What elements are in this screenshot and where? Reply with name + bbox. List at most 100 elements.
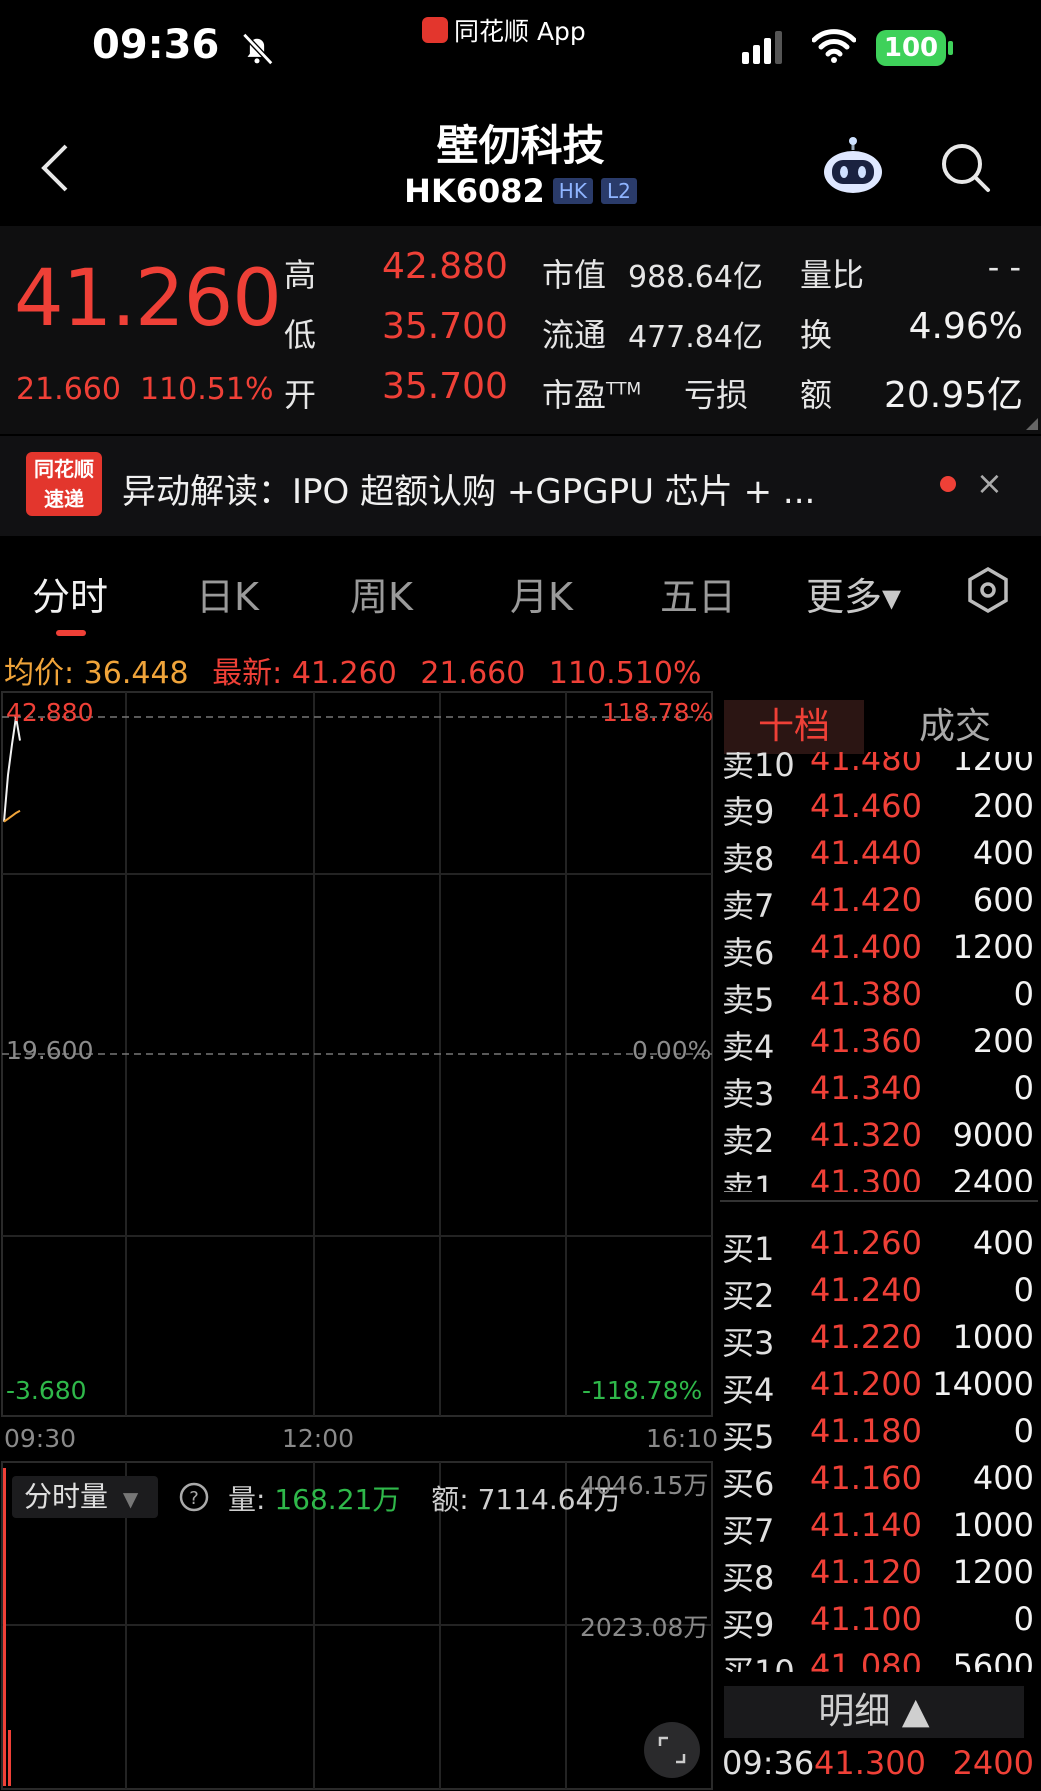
app-indicator: 同花顺 App: [422, 12, 586, 48]
help-icon[interactable]: ?: [178, 1481, 210, 1513]
avg-label: 均价:: [4, 656, 75, 691]
bid-row[interactable]: 买4 41.200 14000: [722, 1365, 1034, 1412]
tab-weekly-k[interactable]: 周K: [350, 566, 413, 621]
amount-value: 20.95亿: [883, 375, 1023, 416]
y-axis-mid-label: 19.600: [6, 1036, 94, 1065]
volume-indicator-selector[interactable]: 分时量 ▼: [12, 1476, 158, 1518]
avg-series-line: [3, 809, 21, 823]
open-value: 35.700: [382, 366, 508, 407]
pe-ttm-sup: TTM: [606, 379, 642, 400]
news-close-button[interactable]: ×: [976, 464, 1003, 502]
bid-row[interactable]: 买9 41.100 0: [722, 1600, 1034, 1647]
wifi-icon: [812, 29, 856, 63]
market-tag: HK: [552, 178, 593, 204]
ai-robot-icon[interactable]: [820, 136, 886, 196]
app-name: 同花顺 App: [454, 17, 586, 46]
avg-value: 36.448: [83, 656, 189, 691]
ask-row[interactable]: 卖9 41.460 200: [722, 787, 1034, 834]
tab-daily-k[interactable]: 日K: [196, 566, 259, 621]
tab-trades[interactable]: 成交: [880, 700, 1030, 754]
y-axis-top-label: 42.880: [6, 698, 94, 727]
bid-row[interactable]: 买10 41.080 5600: [722, 1647, 1034, 1672]
price-change: 21.660: [16, 372, 121, 407]
app-logo-icon: [422, 17, 448, 43]
chevron-down-icon: ▼: [122, 1487, 139, 1511]
ask-row[interactable]: 卖7 41.420 600: [722, 881, 1034, 928]
pe-value: 亏损: [684, 376, 749, 414]
tab-intraday[interactable]: 分时: [32, 566, 108, 621]
tick-time: 09:36: [722, 1744, 815, 1782]
ask-row[interactable]: 卖6 41.400 1200: [722, 928, 1034, 975]
settings-hexagon-icon[interactable]: [964, 566, 1012, 614]
svg-text:?: ?: [189, 1488, 199, 1509]
ask-row[interactable]: 卖2 41.320 9000: [722, 1116, 1034, 1163]
volume-selector-label: 分时量: [24, 1480, 109, 1513]
battery-tip: [948, 41, 953, 55]
order-book-divider: [720, 1200, 1038, 1202]
expand-icon: [658, 1736, 686, 1764]
ask-row[interactable]: 卖8 41.440 400: [722, 834, 1034, 881]
volume-readout: 量: 168.21万 额: 7114.64万: [228, 1478, 621, 1518]
y-axis-bottom-label: -3.680: [6, 1376, 87, 1405]
bid-list: 买1 41.260 400 买2 41.240 0 买3 41.220 1000 买4 41.…: [720, 1224, 1038, 1672]
turnover-label: 换: [800, 316, 833, 354]
news-logo: 同花顺 速递: [26, 452, 102, 516]
battery-icon: 100: [876, 30, 946, 66]
ask-row[interactable]: 卖4 41.360 200: [722, 1022, 1034, 1069]
bid-row[interactable]: 买7 41.140 1000: [722, 1506, 1034, 1553]
turnover-value: 4.96%: [908, 306, 1023, 347]
level-tag: L2: [600, 178, 637, 204]
trade-detail-toggle[interactable]: 明细 ▲: [724, 1686, 1024, 1738]
stock-code: HK6082: [404, 172, 545, 210]
price-change-pct: 110.51%: [140, 372, 274, 407]
tab-monthly-k[interactable]: 月K: [510, 566, 573, 621]
bid-row[interactable]: 买3 41.220 1000: [722, 1318, 1034, 1365]
tick-volume: 2400: [952, 1744, 1034, 1782]
mktcap-value: 988.64亿: [628, 260, 763, 295]
ask-row[interactable]: 卖5 41.380 0: [722, 975, 1034, 1022]
expand-corner-icon[interactable]: [1026, 418, 1038, 430]
amount-label: 额: [800, 376, 833, 414]
pe-label: 市盈TTM: [542, 376, 642, 414]
pct-axis-bottom-label: -118.78%: [582, 1376, 703, 1405]
price-series-line: [3, 716, 21, 822]
signal-icon: [742, 31, 782, 64]
chart-info-line: 均价: 36.448 最新: 41.260 21.660 110.510%: [4, 648, 701, 692]
ask-row[interactable]: 卖10 41.480 1200: [722, 752, 1034, 787]
news-text[interactable]: 异动解读：IPO 超额认购 +GPGPU 芯片 + ...: [122, 464, 815, 513]
bid-row[interactable]: 买2 41.240 0: [722, 1271, 1034, 1318]
x-axis-mid-label: 12:00: [282, 1424, 355, 1453]
ask-row[interactable]: 卖1 41.300 2400: [722, 1163, 1034, 1192]
fullscreen-button[interactable]: [644, 1722, 700, 1778]
vol-axis-mid-label: 2023.08万: [580, 1613, 709, 1642]
tab-more[interactable]: 更多▾: [806, 566, 901, 621]
open-label: 开: [284, 376, 317, 414]
float-label: 流通: [542, 316, 607, 354]
news-logo-line2: 速递: [44, 487, 84, 511]
tab-active-indicator: [56, 630, 86, 636]
tick-price: 41.300: [814, 1744, 926, 1782]
amt-label: 额:: [431, 1483, 469, 1516]
tab-five-day[interactable]: 五日: [660, 566, 736, 621]
latest-label: 最新:: [212, 656, 283, 691]
tab-ten-levels[interactable]: 十档: [724, 700, 864, 754]
ask-row[interactable]: 卖3 41.340 0: [722, 1069, 1034, 1116]
last-price: 41.260: [14, 254, 282, 344]
high-label: 高: [284, 256, 317, 294]
vol-ratio-value: - -: [987, 248, 1021, 286]
bid-row[interactable]: 买6 41.160 400: [722, 1459, 1034, 1506]
latest-change-pct: 110.510%: [548, 656, 702, 691]
bid-row[interactable]: 买5 41.180 0: [722, 1412, 1034, 1459]
mktcap-label: 市值: [542, 256, 607, 294]
x-axis-start-label: 09:30: [4, 1424, 77, 1453]
pct-axis-mid-label: 0.00%: [632, 1036, 712, 1065]
vol-value: 168.21万: [274, 1483, 401, 1516]
ask-list: 卖10 41.480 1200 卖9 41.460 200 卖8 41.440 400 卖7…: [720, 752, 1038, 1192]
bid-row[interactable]: 买1 41.260 400: [722, 1224, 1034, 1271]
bell-muted-icon: [242, 32, 274, 66]
latest-value: 41.260: [291, 656, 397, 691]
low-label: 低: [284, 316, 317, 354]
search-icon[interactable]: [938, 140, 994, 196]
pct-axis-top-label: 118.78%: [602, 698, 714, 727]
bid-row[interactable]: 买8 41.120 1200: [722, 1553, 1034, 1600]
